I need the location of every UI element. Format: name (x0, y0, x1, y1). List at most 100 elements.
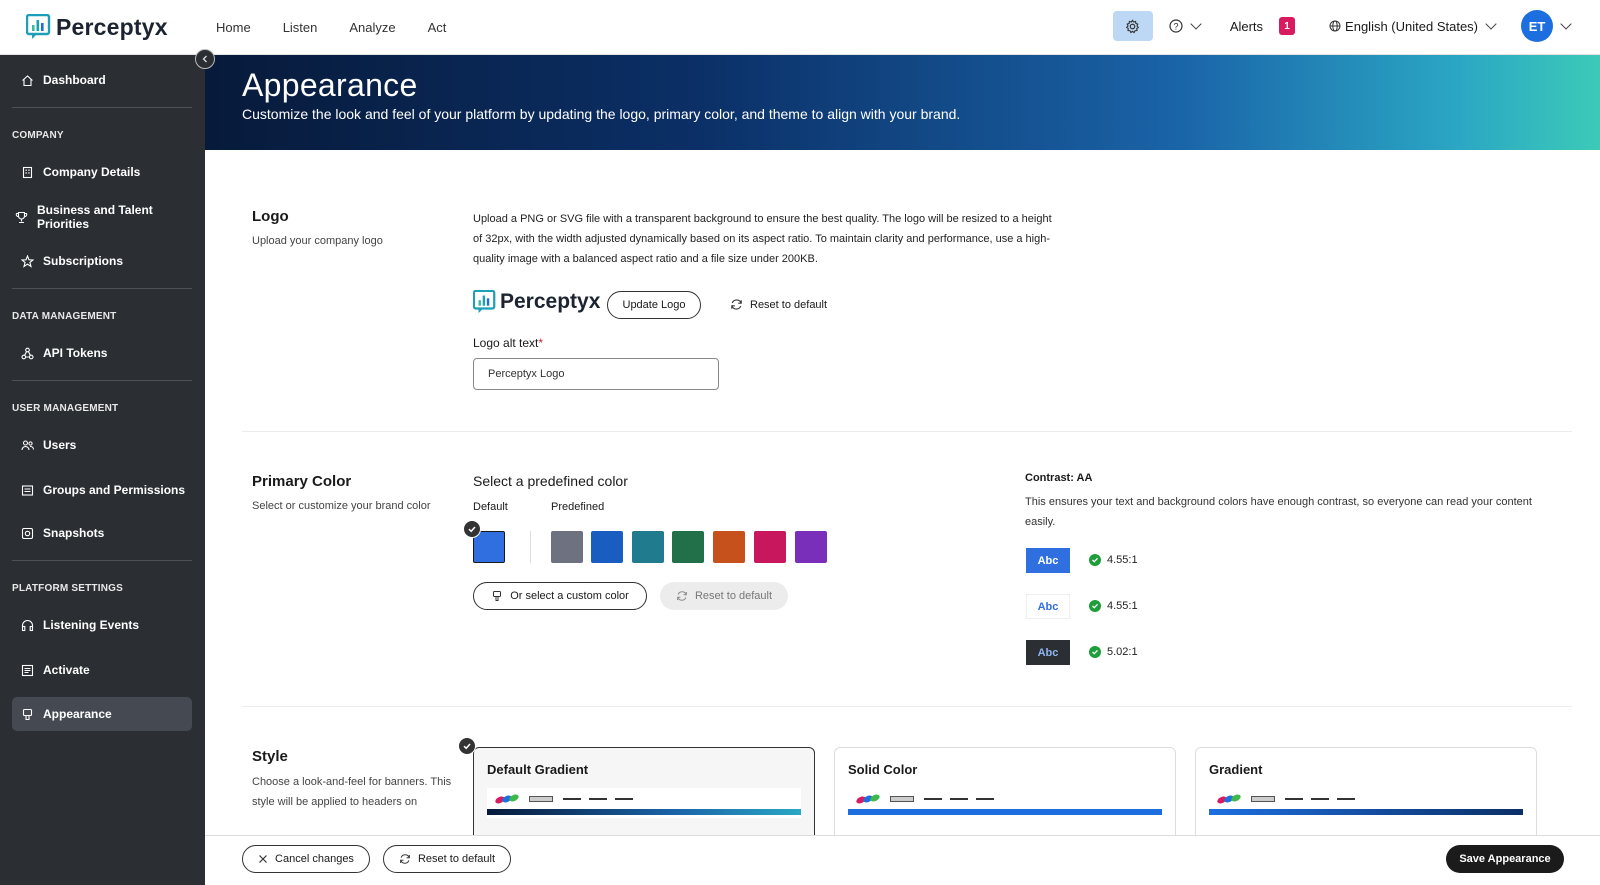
logo-alt-label-text: Logo alt text (473, 336, 539, 350)
style-card-title: Gradient (1209, 762, 1263, 777)
sidebar-item-label: Users (43, 438, 77, 452)
sidebar: Dashboard COMPANY Company Details Busine… (0, 55, 205, 885)
chevron-down-icon (1485, 18, 1497, 30)
color-swatch-teal[interactable] (632, 531, 664, 563)
preview-dash (976, 798, 994, 800)
color-swatch-blue[interactable] (591, 531, 623, 563)
help-menu[interactable]: ? (1169, 18, 1202, 33)
sidebar-item-dashboard[interactable]: Dashboard (12, 63, 192, 97)
style-card-gradient[interactable]: Gradient (1195, 747, 1537, 835)
color-swatch-green[interactable] (672, 531, 704, 563)
sidebar-collapse-button[interactable] (195, 49, 215, 69)
preview-dash (950, 798, 968, 800)
brand-logo[interactable]: Perceptyx (26, 14, 176, 41)
contrast-sample-light: Abc (1026, 594, 1070, 619)
style-card-solid-color[interactable]: Solid Color (834, 747, 1176, 835)
building-icon (20, 165, 34, 179)
style-card-title: Solid Color (848, 762, 918, 777)
color-reset-label: Reset to default (694, 590, 773, 602)
sidebar-item-listening-events[interactable]: Listening Events (12, 608, 192, 642)
preview-dash (589, 798, 607, 800)
nav-home[interactable]: Home (216, 20, 251, 35)
sidebar-item-company-details[interactable]: Company Details (12, 155, 192, 189)
chevron-left-icon (202, 55, 207, 63)
nav-listen[interactable]: Listen (283, 20, 318, 35)
page-subtitle: Customize the look and feel of your plat… (242, 106, 961, 122)
multicolor-logo-icon (856, 794, 880, 804)
globe-icon (1329, 20, 1341, 32)
sidebar-item-label: Company Details (43, 165, 141, 179)
color-swatch-magenta[interactable] (754, 531, 786, 563)
chevron-down-icon (1190, 18, 1202, 30)
color-swatch-purple[interactable] (795, 531, 827, 563)
swatch-divider (530, 531, 531, 563)
star-icon (20, 254, 34, 268)
sidebar-item-subscriptions[interactable]: Subscriptions (12, 244, 192, 278)
sidebar-item-users[interactable]: Users (12, 428, 192, 462)
page-banner: Appearance Customize the look and feel o… (205, 55, 1600, 150)
sidebar-item-label: API Tokens (43, 346, 108, 360)
chevron-down-icon[interactable] (1560, 18, 1572, 30)
language-select[interactable]: English (United States) (1329, 18, 1497, 34)
sidebar-item-groups[interactable]: Groups and Permissions (12, 473, 192, 507)
style-preview-bar (1209, 809, 1523, 815)
main-nav: Home Listen Analyze Act (216, 20, 478, 35)
sidebar-divider (12, 380, 192, 381)
color-section-title: Primary Color (252, 473, 352, 490)
save-appearance-button[interactable]: Save Appearance (1446, 845, 1564, 873)
contrast-description: This ensures your text and background co… (1025, 496, 1532, 528)
reset-default-button[interactable]: Reset to default (383, 845, 511, 873)
top-bar: Perceptyx Home Listen Analyze Act ? Aler… (0, 0, 1600, 55)
alerts-count-badge: 1 (1279, 17, 1296, 35)
nav-analyze[interactable]: Analyze (349, 20, 395, 35)
close-icon (258, 854, 268, 864)
cancel-changes-button[interactable]: Cancel changes (242, 845, 370, 873)
perceptyx-logo-icon (473, 290, 496, 314)
refresh-icon (730, 298, 743, 311)
style-preview-bar (848, 809, 1162, 815)
update-logo-button[interactable]: Update Logo (607, 291, 701, 319)
predefined-color-title: Select a predefined color (473, 473, 628, 489)
sidebar-section-user: USER MANAGEMENT (12, 403, 119, 414)
logo-alt-input[interactable] (473, 358, 719, 390)
preview-dash (615, 798, 633, 800)
nav-act[interactable]: Act (428, 20, 447, 35)
home-icon (20, 73, 34, 87)
preview-dash (563, 798, 581, 800)
sidebar-item-activate[interactable]: Activate (12, 653, 192, 687)
multicolor-logo-icon (1217, 794, 1241, 804)
sidebar-item-business-talent[interactable]: Business and Talent Priorities (12, 200, 192, 234)
sidebar-item-label: Business and Talent Priorities (37, 203, 153, 231)
sidebar-section-platform: PLATFORM SETTINGS (12, 583, 123, 594)
preview-dash (1285, 798, 1303, 800)
custom-color-button[interactable]: Or select a custom color (473, 582, 647, 610)
avatar[interactable]: ET (1521, 10, 1553, 42)
svg-text:?: ? (1173, 22, 1178, 32)
sidebar-divider (12, 288, 192, 289)
color-reset-button[interactable]: Reset to default (660, 582, 788, 610)
contrast-title: Contrast: AA (1025, 472, 1093, 484)
help-icon: ? (1169, 19, 1183, 33)
check-circle-icon (1089, 600, 1101, 612)
color-swatch-orange[interactable] (713, 531, 745, 563)
logo-reset-button[interactable]: Reset to default (730, 298, 827, 311)
check-circle-icon (1089, 554, 1101, 566)
contrast-ratio-row: 5.02:1 (1089, 646, 1138, 658)
preview-dash (1337, 798, 1355, 800)
contrast-sample-filled: Abc (1026, 548, 1070, 573)
current-logo: Perceptyx (473, 290, 600, 314)
api-icon (20, 346, 34, 360)
sidebar-item-label: Groups and Permissions (43, 483, 186, 497)
color-swatch-gray[interactable] (551, 531, 583, 563)
required-marker: * (538, 336, 544, 350)
main-content: Logo Upload your company logo Upload a P… (205, 150, 1600, 835)
alerts-button[interactable]: Alerts 1 (1230, 17, 1296, 35)
style-card-default-gradient[interactable]: Default Gradient (473, 747, 815, 835)
settings-button[interactable] (1112, 11, 1153, 41)
contrast-sample-dark: Abc (1026, 640, 1070, 665)
sidebar-section-data: DATA MANAGEMENT (12, 311, 117, 322)
style-section-title: Style (252, 748, 288, 765)
sidebar-item-snapshots[interactable]: Snapshots (12, 516, 192, 550)
sidebar-item-api-tokens[interactable]: API Tokens (12, 336, 192, 370)
sidebar-item-appearance[interactable]: Appearance (12, 697, 192, 731)
